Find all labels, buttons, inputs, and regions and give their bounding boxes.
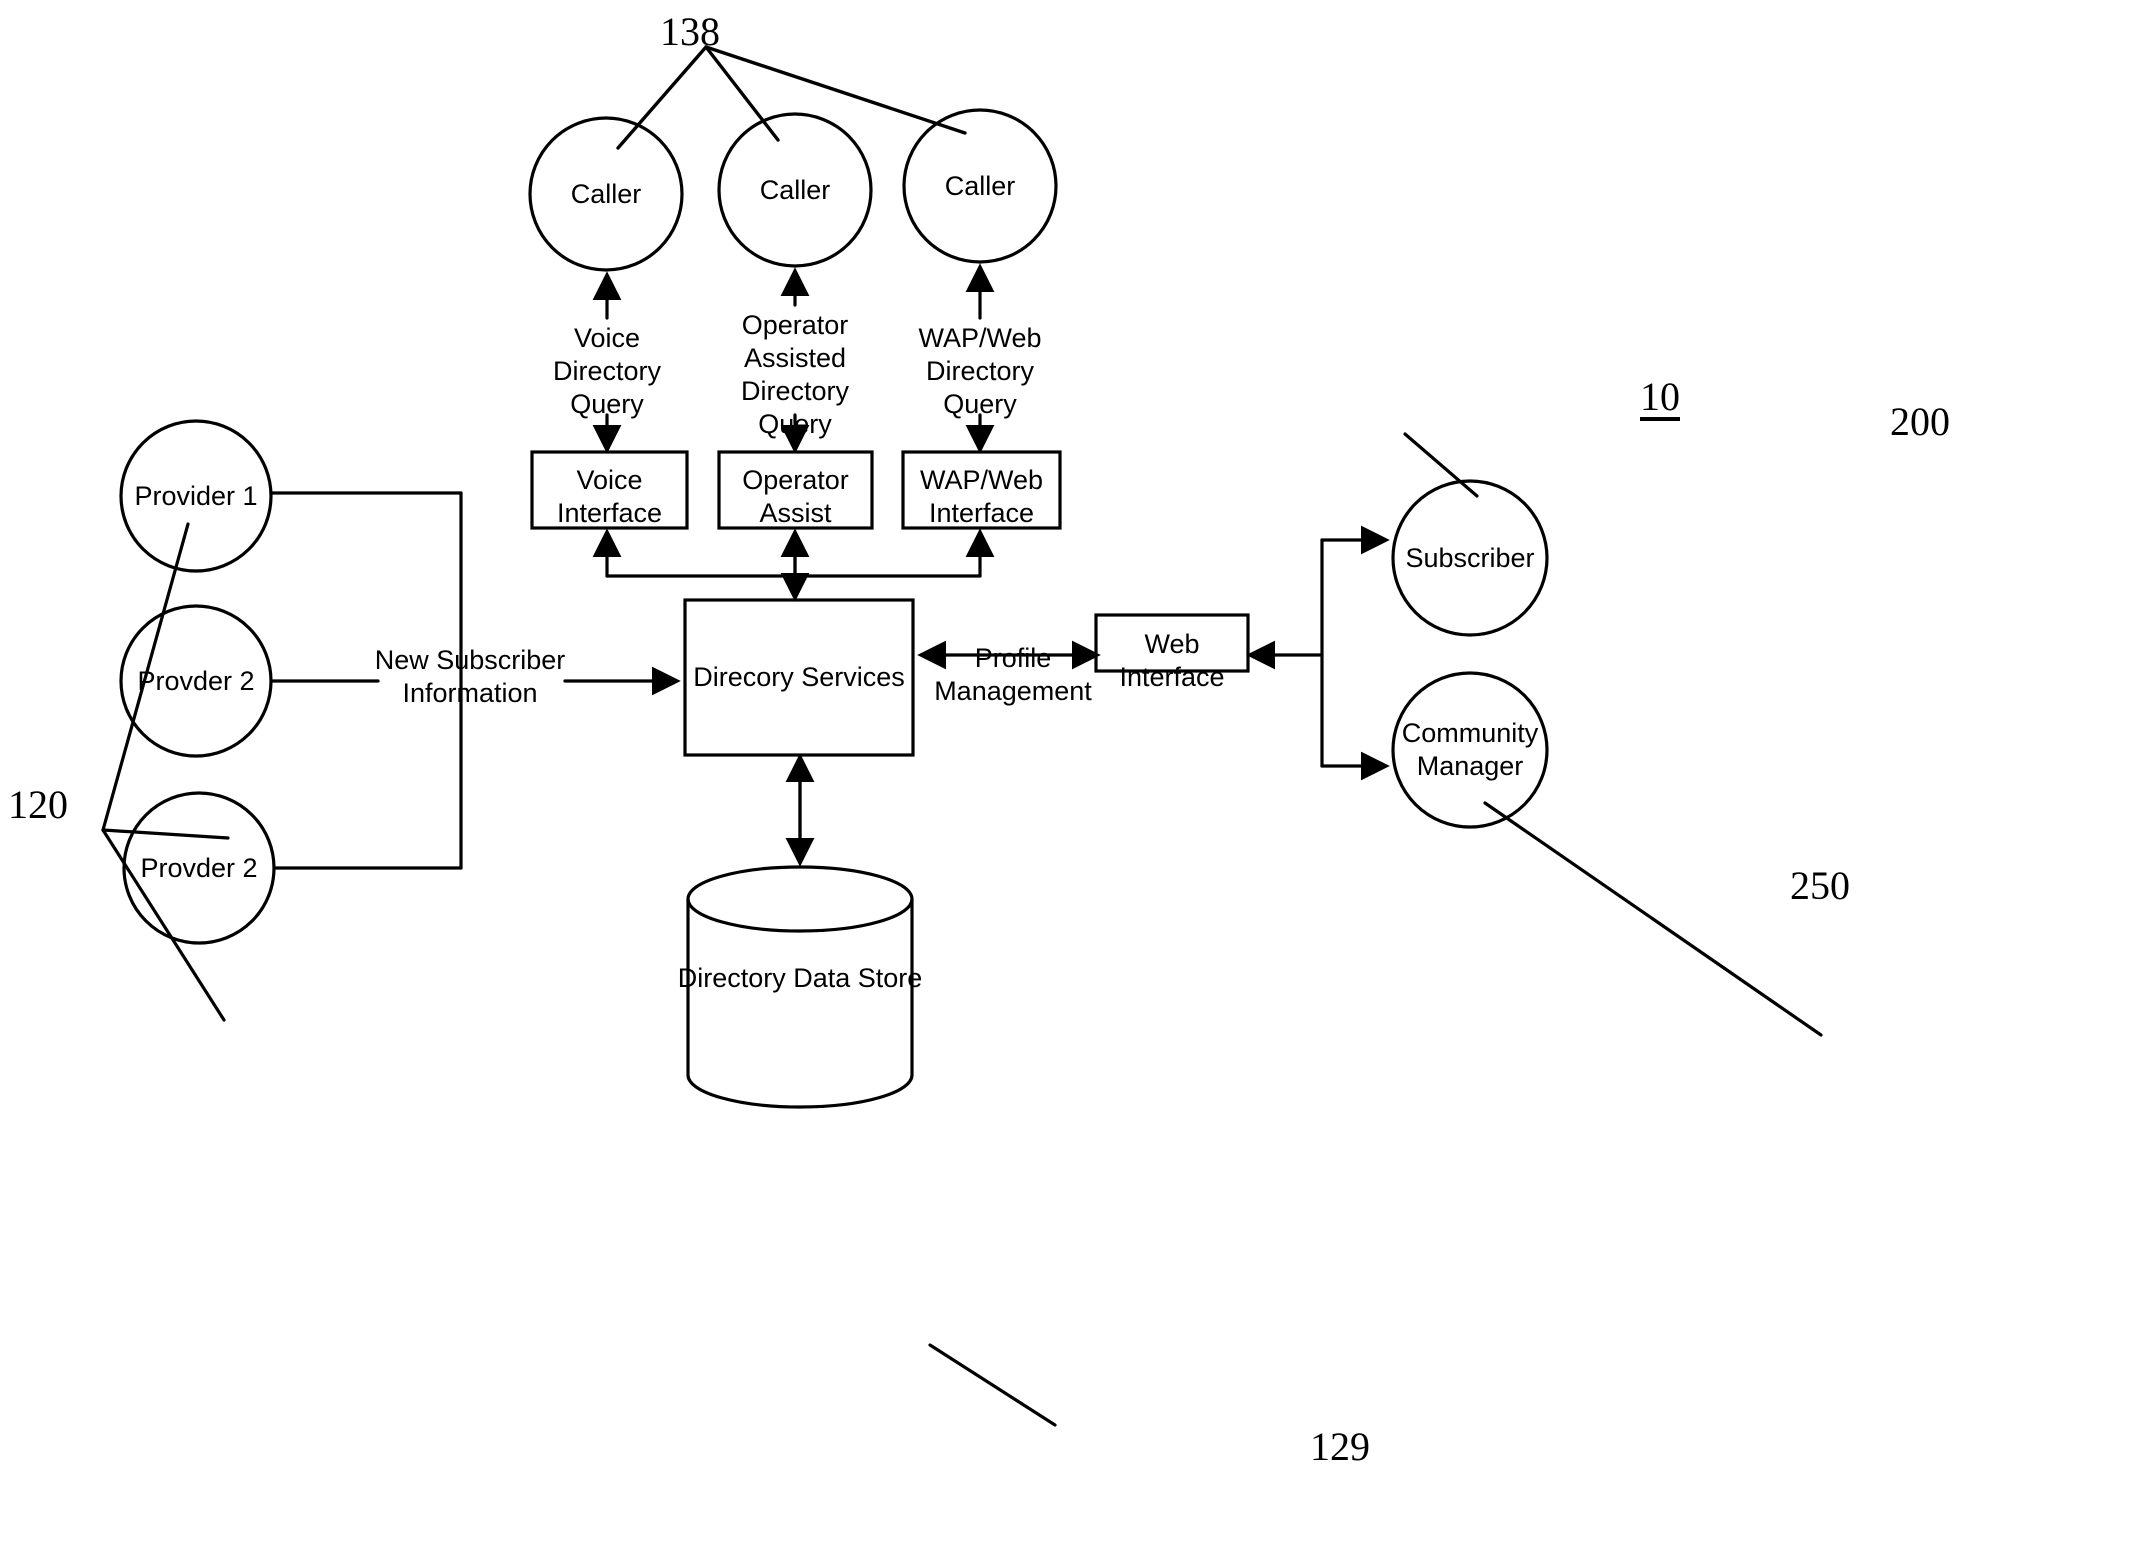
provider-1-node[interactable] bbox=[121, 421, 271, 571]
leader-line-250 bbox=[1483, 801, 1823, 1037]
reference-numeral-200: 200 bbox=[1890, 399, 1950, 444]
diagram-vector-layer bbox=[101, 45, 1823, 1427]
wapweb-directory-query-label: WAP/Web Directory Query bbox=[918, 323, 1042, 419]
patent-figure-diagram: Caller Caller Caller Voice Directory Que… bbox=[0, 0, 2144, 1547]
operator-assist-node[interactable] bbox=[719, 452, 872, 528]
subscriber-node[interactable] bbox=[1393, 481, 1547, 635]
right-branch-bus bbox=[1249, 525, 1390, 781]
wapweb-interface-node[interactable] bbox=[903, 452, 1060, 528]
caller-3-node[interactable] bbox=[904, 110, 1056, 262]
provider-2-node[interactable] bbox=[121, 606, 271, 756]
directory-services-node[interactable] bbox=[685, 600, 913, 755]
caller-1-node[interactable] bbox=[530, 118, 682, 270]
community-manager-node[interactable] bbox=[1393, 673, 1547, 827]
voice-interface-node[interactable] bbox=[532, 452, 687, 528]
reference-numeral-138: 138 bbox=[660, 9, 720, 54]
new-subscriber-information-label: New Subscriber Information bbox=[374, 645, 566, 708]
voice-directory-query-label: Voice Directory Query bbox=[552, 323, 661, 419]
reference-numeral-129: 129 bbox=[1310, 1424, 1370, 1469]
leader-line-120 bbox=[101, 522, 230, 1022]
profile-management-label: Profile Management bbox=[934, 643, 1092, 706]
figure-number-10: 10 bbox=[1640, 374, 1680, 419]
caller-2-node[interactable] bbox=[719, 114, 871, 266]
reference-numeral-250: 250 bbox=[1790, 863, 1850, 908]
leader-line-129 bbox=[928, 1343, 1057, 1427]
provider-3-node[interactable] bbox=[124, 793, 274, 943]
reference-numeral-120: 120 bbox=[8, 782, 68, 827]
web-interface-node[interactable] bbox=[1096, 615, 1248, 671]
directory-data-store-node[interactable] bbox=[688, 867, 912, 1107]
